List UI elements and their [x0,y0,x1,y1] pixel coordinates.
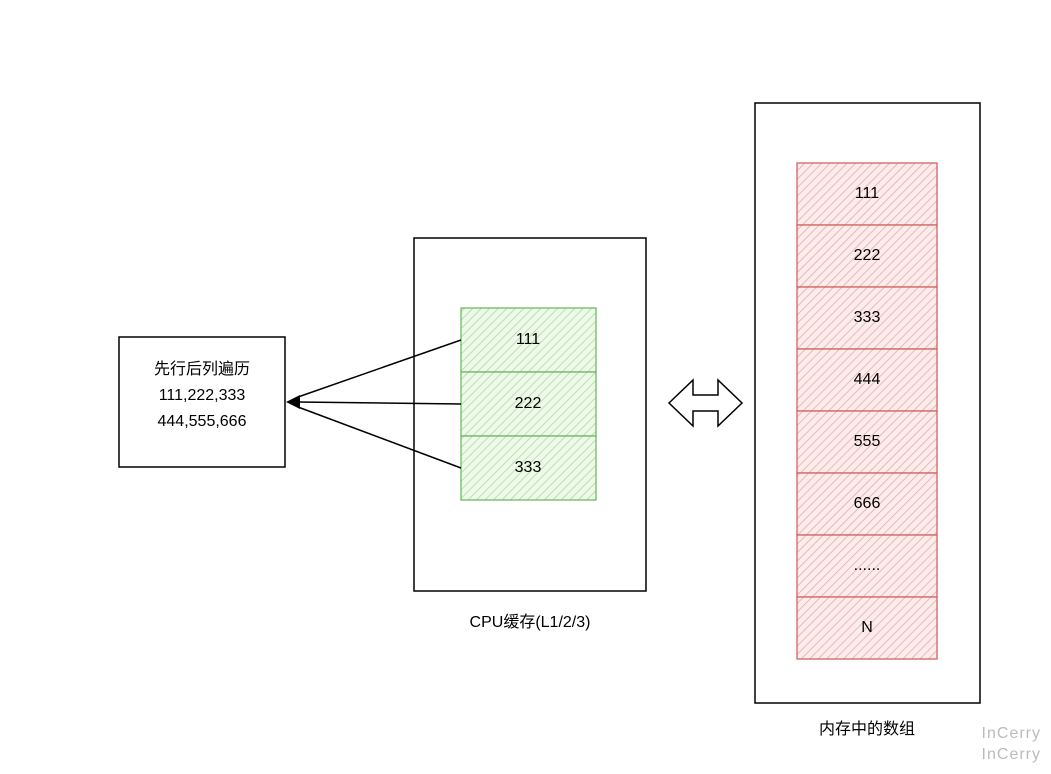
memory-cell-2: 333 [854,309,881,326]
cache-cells: 111 222 333 [461,308,596,500]
memory-cell-5: 666 [854,495,881,512]
memory-cell-0: 111 [855,185,879,202]
cache-caption: CPU缓存(L1/2/3) [470,613,591,631]
memory-cell-4: 555 [854,433,881,450]
memory-cell-7: N [861,619,873,636]
memory-cell-6: ...... [854,557,881,574]
traversal-line2: 444,555,666 [158,413,247,430]
watermark-text-2: InCerry [982,746,1041,763]
traversal-line1: 111,222,333 [159,387,246,404]
traversal-title: 先行后列遍历 [154,360,250,378]
cache-cell-1: 222 [515,395,542,412]
memory-cell-3: 444 [854,371,881,388]
double-arrow [669,380,742,426]
cache-cell-2: 333 [515,459,542,476]
watermark: InCerry InCerry [982,724,1041,766]
arrows-cache-to-traversal [286,340,461,468]
memory-cell-1: 222 [854,247,881,264]
memory-cells: 111 222 333 444 555 666 ...... N [797,163,937,659]
watermark-text-1: InCerry [982,725,1041,742]
cache-cell-0: 111 [516,331,540,348]
memory-caption: 内存中的数组 [819,720,915,738]
